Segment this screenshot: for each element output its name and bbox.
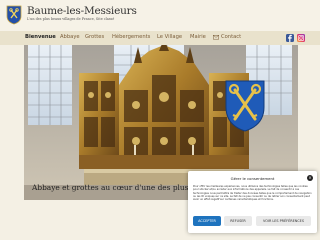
nav-item-abbaye[interactable]: Abbaye <box>60 34 80 40</box>
mail-icon[interactable] <box>213 35 219 40</box>
instagram-icon[interactable] <box>297 33 305 42</box>
site-title[interactable]: Baume-les-Messieurs <box>27 5 137 17</box>
consent-title: Gérer le consentement <box>230 176 275 181</box>
hero-title: Abbaye et grottes au cœur d'une des plus… <box>32 183 205 192</box>
main-navigation: Bienvenue Abbaye Grottes Hébergements Le… <box>0 31 320 45</box>
nav-item-grottes[interactable]: Grottes <box>85 34 104 40</box>
facebook-icon[interactable] <box>286 33 294 42</box>
cookie-consent-dialog: Gérer le consentement × Pour offrir les … <box>188 171 317 233</box>
nav-item-le-village[interactable]: Le Village <box>157 34 182 40</box>
view-preferences-button[interactable]: VOIR LES PRÉFÉRENCES <box>256 216 311 226</box>
consent-text: Pour offrir les meilleures expériences, … <box>193 185 312 202</box>
nav-item-contact[interactable]: Contact <box>221 34 241 40</box>
accept-button[interactable]: ACCEPTER <box>193 216 221 226</box>
close-icon[interactable]: × <box>307 175 313 181</box>
nav-item-mairie[interactable]: Mairie <box>190 34 206 40</box>
refuse-button[interactable]: REFUSER <box>224 216 252 226</box>
nav-item-bienvenue[interactable]: Bienvenue <box>25 34 56 40</box>
site-tagline: L'un des plus beaux villages de France, … <box>27 17 115 21</box>
village-crest-logo[interactable] <box>6 5 22 25</box>
crossed-keys-shield-icon <box>225 80 265 132</box>
nav-item-hebergements[interactable]: Hébergements <box>112 34 150 40</box>
site-header: Baume-les-Messieurs L'un des plus beaux … <box>0 0 320 31</box>
